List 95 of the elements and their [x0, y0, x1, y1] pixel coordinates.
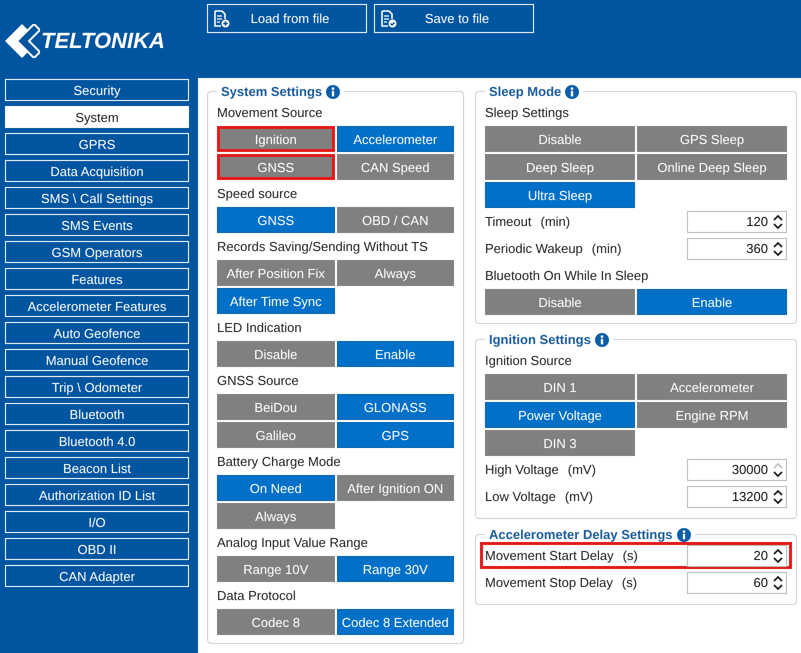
spinner-icon[interactable]	[773, 240, 783, 256]
field-label: Movement Start Delay (s)	[485, 548, 638, 563]
sidebar-item[interactable]: Bluetooth	[5, 403, 189, 425]
sidebar-item[interactable]: Bluetooth 4.0	[5, 430, 189, 452]
option-button[interactable]: Accelerometer	[336, 126, 454, 152]
section-label: Speed source	[217, 185, 298, 203]
option-button[interactable]: CAN Speed	[336, 154, 454, 180]
option-button[interactable]: On Need	[217, 475, 334, 501]
option-button[interactable]: BeiDou	[217, 394, 334, 420]
sidebar-item[interactable]: Data Acquisition	[5, 160, 189, 182]
sidebar-item[interactable]: Beacon List	[5, 457, 189, 479]
option-button[interactable]: GPS Sleep	[637, 126, 787, 152]
option-button[interactable]: After Time Sync	[217, 288, 334, 314]
option-button[interactable]: Always	[336, 260, 454, 286]
section-label: Bluetooth On While In Sleep	[485, 267, 650, 285]
info-icon[interactable]	[676, 528, 691, 542]
number-field[interactable]: 13200	[687, 486, 787, 508]
number-field[interactable]: 60	[687, 572, 787, 594]
option-button[interactable]: GNSS	[217, 207, 334, 233]
option-button[interactable]: Enable	[637, 289, 787, 315]
sidebar-item[interactable]: Manual Geofence	[5, 349, 189, 371]
number-field[interactable]: 20	[687, 544, 787, 566]
section-label: Data Protocol	[217, 587, 297, 605]
option-button[interactable]: Galileo	[217, 422, 334, 448]
spinner-icon[interactable]	[773, 214, 783, 230]
field-label: Timeout (min)	[485, 214, 570, 229]
field-label: High Voltage (mV)	[485, 462, 596, 477]
option-button[interactable]: Power Voltage	[485, 402, 635, 428]
option-button[interactable]: Accelerometer	[637, 374, 787, 400]
document-check-icon	[381, 10, 397, 28]
option-button[interactable]: Ultra Sleep	[485, 182, 635, 208]
panel-title: System Settings	[221, 84, 322, 99]
option-button[interactable]: DIN 1	[485, 374, 635, 400]
panel-title: Sleep Mode	[489, 84, 562, 99]
option-button[interactable]: DIN 3	[485, 430, 635, 456]
info-icon[interactable]	[565, 84, 580, 98]
sidebar-item[interactable]: Authorization ID List	[5, 484, 189, 506]
spinner-icon[interactable]	[773, 574, 783, 590]
option-button[interactable]: Ignition	[217, 126, 334, 152]
sidebar-item[interactable]: Security	[5, 79, 189, 101]
option-button[interactable]: Enable	[336, 341, 454, 367]
info-icon[interactable]	[326, 84, 340, 98]
sidebar-item[interactable]: CAN Adapter	[5, 565, 189, 587]
save-button[interactable]: Save to file	[374, 4, 534, 33]
option-button[interactable]: OBD / CAN	[336, 207, 454, 233]
sidebar-item[interactable]: System	[5, 106, 189, 128]
option-button[interactable]: GLONASS	[336, 394, 454, 420]
section-label: LED Indication	[217, 319, 303, 337]
section-label: Records Saving/Sending Without TS	[217, 238, 429, 256]
option-button[interactable]: After Ignition ON	[336, 475, 454, 501]
section-label: Battery Charge Mode	[217, 453, 342, 471]
sidebar-item[interactable]: Accelerometer Features	[5, 295, 189, 317]
sidebar-item[interactable]: Auto Geofence	[5, 322, 189, 344]
spinner-icon[interactable]	[773, 548, 783, 564]
sidebar-item[interactable]: SMS \ Call Settings	[5, 187, 189, 209]
panel-title: Accelerometer Delay Settings	[489, 527, 673, 542]
field-label: Movement Stop Delay (s)	[485, 575, 638, 590]
field-label: Low Voltage (mV)	[485, 489, 594, 504]
load-button[interactable]: Load from file	[207, 4, 367, 33]
option-button[interactable]: Disable	[485, 126, 635, 152]
section-label: Ignition Source	[485, 352, 573, 370]
option-button[interactable]: Range 30V	[336, 556, 454, 582]
sidebar-item[interactable]: GSM Operators	[5, 241, 189, 263]
sidebar-item[interactable]: OBD II	[5, 538, 189, 560]
option-button[interactable]: Engine RPM	[637, 402, 787, 428]
section-label: Sleep Settings	[485, 104, 570, 122]
sidebar-item[interactable]: Features	[5, 268, 189, 290]
logo-text: TELTONIKA	[41, 28, 165, 54]
number-field[interactable]: 30000	[687, 458, 787, 480]
option-button[interactable]: After Position Fix	[217, 260, 334, 286]
section-label: Movement Source	[217, 104, 324, 122]
option-button[interactable]: Online Deep Sleep	[637, 154, 787, 180]
document-plus-icon	[214, 10, 230, 28]
option-button[interactable]: Always	[217, 503, 334, 529]
logo-icon	[4, 24, 40, 58]
option-button[interactable]: Range 10V	[217, 556, 334, 582]
field-label: Periodic Wakeup (min)	[485, 241, 622, 256]
section-label: Analog Input Value Range	[217, 534, 369, 552]
sidebar-item[interactable]: Trip \ Odometer	[5, 376, 189, 398]
option-button[interactable]: GPS	[336, 422, 454, 448]
option-button[interactable]: Codec 8	[217, 609, 334, 635]
option-button[interactable]: Deep Sleep	[485, 154, 635, 180]
section-label: GNSS Source	[217, 372, 300, 390]
info-icon[interactable]	[594, 332, 609, 346]
number-field[interactable]: 360	[687, 238, 787, 260]
option-button[interactable]: Codec 8 Extended	[336, 609, 454, 635]
panel-title: Ignition Settings	[489, 332, 591, 347]
option-button[interactable]: GNSS	[217, 154, 334, 180]
sidebar-item[interactable]: SMS Events	[5, 214, 189, 236]
option-button[interactable]: Disable	[485, 289, 635, 315]
number-field[interactable]: 120	[687, 210, 787, 232]
sidebar-item[interactable]: I/O	[5, 511, 189, 533]
option-button[interactable]: Disable	[217, 341, 334, 367]
sidebar-item[interactable]: GPRS	[5, 133, 189, 155]
spinner-icon[interactable]	[773, 488, 783, 504]
